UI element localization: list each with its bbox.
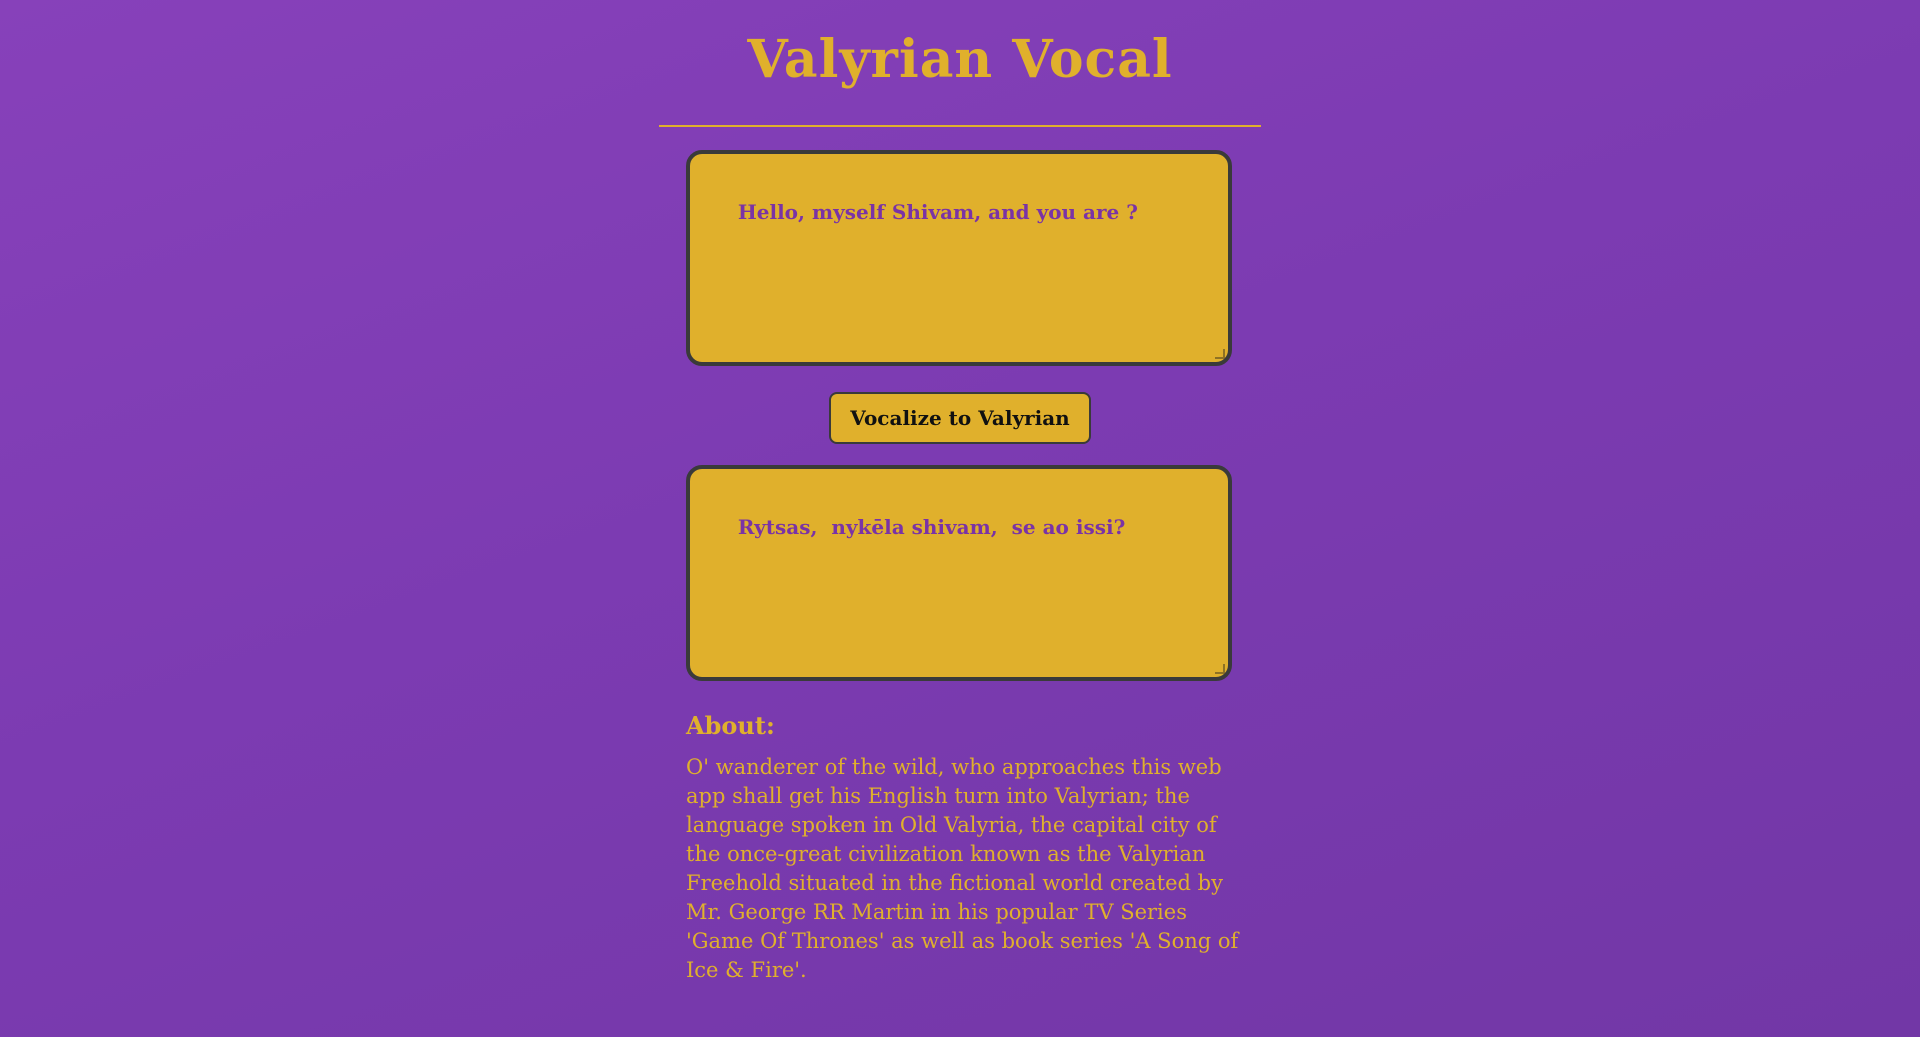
main-container: Valyrian Vocal Hello, myself Shivam, and…: [659, 0, 1261, 982]
about-heading: About:: [686, 711, 775, 740]
valyrian-output-textarea[interactable]: Rytsas, nykēla shivam, se ao issi?: [686, 465, 1232, 681]
english-input-text: Hello, myself Shivam, and you are ?: [737, 200, 1138, 224]
title-divider: [659, 125, 1261, 127]
vocalize-button[interactable]: Vocalize to Valyrian: [829, 392, 1091, 444]
resize-handle-icon[interactable]: [1215, 349, 1225, 359]
app-title: Valyrian Vocal: [747, 29, 1173, 90]
valyrian-output-text: Rytsas, nykēla shivam, se ao issi?: [737, 515, 1126, 539]
resize-handle-icon[interactable]: [1215, 664, 1225, 674]
english-input-textarea[interactable]: Hello, myself Shivam, and you are ?: [686, 150, 1232, 366]
about-description: O' wanderer of the wild, who approaches …: [686, 755, 1239, 982]
